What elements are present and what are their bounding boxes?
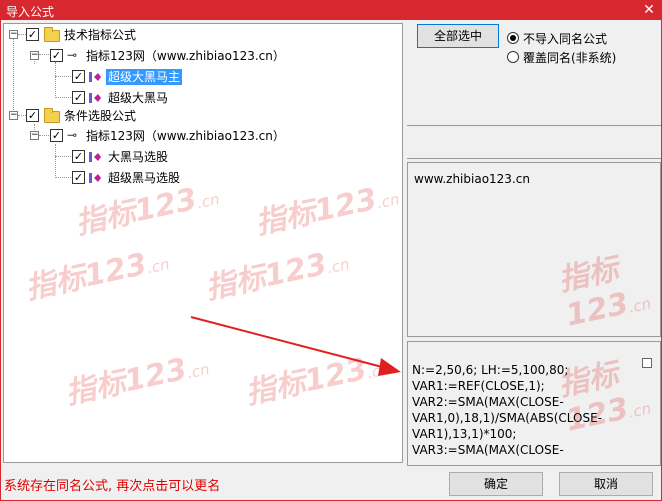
tree-node-formula[interactable]: ✓ 超级大黑马主: [4, 68, 224, 86]
watermark-logo: 指标123.cn: [242, 351, 392, 412]
tree-node-checkbox[interactable]: ✓: [50, 49, 63, 62]
close-icon[interactable]: ✕: [640, 1, 658, 19]
tree-node-label: 条件选股公式: [64, 109, 137, 123]
dialog-body: − ✓ 技术指标公式 − ✓ ⊸ 指标123网（www.zhibiao123.c…: [0, 20, 662, 501]
tree-node-label: 指标123网（www.zhibiao123.cn）: [86, 129, 285, 143]
tree-node-checkbox[interactable]: ✓: [26, 28, 39, 41]
formula-icon: [89, 72, 101, 82]
folder-icon: [44, 108, 60, 123]
key-icon: ⊸: [67, 128, 78, 142]
tree-node-label: 技术指标公式: [64, 28, 137, 42]
collapse-icon[interactable]: −: [9, 111, 18, 120]
code-line: VAR1,0),18,1)/SMA(ABS(CLOSE-: [412, 411, 603, 425]
tree-node-checkbox[interactable]: ✓: [72, 150, 85, 163]
tree-node-checkbox[interactable]: ✓: [72, 171, 85, 184]
formula-icon: [89, 152, 101, 162]
tree-node-label: 指标123网（www.zhibiao123.cn）: [86, 49, 285, 63]
folder-icon: [44, 27, 60, 42]
watermark-logo: 指标123.cn: [202, 246, 352, 307]
tree-node-checkbox[interactable]: ✓: [50, 129, 63, 142]
status-message: 系统存在同名公式, 再次点击可以更名: [4, 479, 221, 494]
select-all-button[interactable]: 全部选中: [417, 24, 499, 48]
formula-icon: [89, 93, 101, 103]
title-bar: 导入公式 ✕: [0, 0, 662, 20]
formula-tree[interactable]: − ✓ 技术指标公式 − ✓ ⊸ 指标123网（www.zhibiao123.c…: [3, 23, 403, 463]
tree-node-label: 大黑马选股: [108, 150, 169, 164]
watermark-logo: 指标123.cn: [252, 181, 402, 242]
tree-node-checkbox[interactable]: ✓: [72, 70, 85, 83]
source-checkbox[interactable]: [642, 358, 652, 368]
formula-info-panel: www.zhibiao123.cn: [407, 162, 661, 337]
code-line: VAR2:=SMA(MAX(CLOSE-: [412, 395, 564, 409]
tree-node-label: 超级大黑马主: [106, 69, 183, 85]
tree-node-checkbox[interactable]: ✓: [26, 109, 39, 122]
divider-panel: [407, 125, 661, 159]
watermark-logo: 指标123.cn: [22, 246, 172, 307]
key-icon: ⊸: [67, 48, 78, 62]
tree-node-checkbox[interactable]: ✓: [72, 91, 85, 104]
formula-info-text: www.zhibiao123.cn: [414, 172, 530, 186]
code-line: VAR1:=REF(CLOSE,1);: [412, 379, 545, 393]
tree-node-label: 超级黑马选股: [108, 171, 181, 185]
formula-source-code: N:=2,50,6; LH:=5,100,80; VAR1:=REF(CLOSE…: [412, 362, 602, 458]
watermark-logo: 指标123.cn: [62, 351, 212, 412]
collapse-icon[interactable]: −: [9, 30, 18, 39]
tree-node-label: 超级大黑马: [108, 91, 169, 105]
tree-node-tech-indicators[interactable]: − ✓ 技术指标公式: [4, 26, 204, 44]
skip-duplicates-radio[interactable]: [507, 32, 519, 44]
formula-icon: [89, 173, 101, 183]
formula-source-panel[interactable]: N:=2,50,6; LH:=5,100,80; VAR1:=REF(CLOSE…: [407, 341, 661, 466]
tree-node-formula[interactable]: ✓ 大黑马选股: [4, 148, 224, 166]
code-line: VAR1),13,1)*100;: [412, 427, 517, 441]
overwrite-duplicates-label[interactable]: 覆盖同名(非系统): [523, 49, 616, 66]
overwrite-duplicates-radio[interactable]: [507, 51, 519, 63]
tree-node-site-group[interactable]: − ✓ ⊸ 指标123网（www.zhibiao123.cn）: [4, 47, 304, 65]
code-line: N:=2,50,6; LH:=5,100,80;: [412, 363, 569, 377]
tree-node-site-group[interactable]: − ✓ ⊸ 指标123网（www.zhibiao123.cn）: [4, 127, 304, 145]
tree-node-stock-picker[interactable]: − ✓ 条件选股公式: [4, 107, 204, 125]
collapse-icon[interactable]: −: [30, 131, 39, 140]
tree-node-formula[interactable]: ✓ 超级大黑马: [4, 89, 224, 107]
window-title: 导入公式: [6, 5, 55, 19]
collapse-icon[interactable]: −: [30, 51, 39, 60]
tree-node-formula[interactable]: ✓ 超级黑马选股: [4, 169, 224, 187]
cancel-button[interactable]: 取消: [559, 472, 653, 496]
skip-duplicates-label[interactable]: 不导入同名公式: [523, 30, 607, 47]
ok-button[interactable]: 确定: [449, 472, 543, 496]
code-line: VAR3:=SMA(MAX(CLOSE-: [412, 443, 564, 457]
